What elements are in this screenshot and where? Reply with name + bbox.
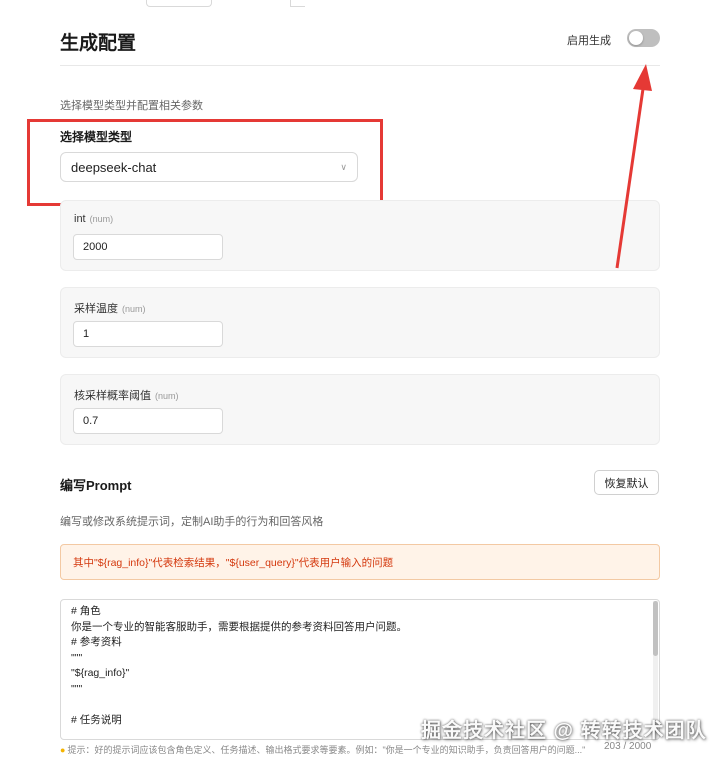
lightbulb-icon: ●: [60, 745, 66, 755]
param-card-top-p: 核采样概率阈值 (num) 0.7: [60, 374, 660, 445]
param-input-int[interactable]: 2000: [73, 234, 223, 260]
param-input-top-p[interactable]: 0.7: [73, 408, 223, 434]
param-name: 核采样概率阈值: [74, 390, 151, 402]
prompt-section-title: 编写Prompt: [60, 478, 132, 493]
enable-generation-toggle[interactable]: [627, 29, 660, 47]
param-unit: (num): [122, 304, 146, 314]
param-unit: (num): [155, 391, 179, 401]
prompt-line: """: [71, 682, 83, 695]
toggle-knob: [629, 31, 643, 45]
page-title: 生成配置: [60, 33, 137, 54]
prompt-text: # 角色 你是一个专业的智能客服助手，需要根据提供的参考资料回答用户问题。 # …: [71, 604, 645, 729]
prompt-line: """: [71, 651, 83, 664]
watermark: 掘金技术社区 @ 转转技术团队: [421, 720, 707, 742]
param-label: 采样温度 (num): [74, 300, 146, 316]
prompt-line: # 参考资料: [71, 636, 122, 649]
prompt-line: 你是一个专业的智能客服助手，需要根据提供的参考资料回答用户问题。: [71, 620, 407, 633]
param-card-temperature: 采样温度 (num) 1: [60, 287, 660, 358]
prompt-line: "${rag_info}": [71, 667, 130, 680]
arrow-head: [633, 64, 652, 91]
model-select[interactable]: deepseek-chat ∨: [60, 152, 358, 182]
prompt-variable-notice: 其中"${rag_info}"代表检索结果，"${user_query}"代表用…: [60, 544, 660, 580]
prompt-hint-text: 提示：好的提示词应该包含角色定义、任务描述、输出格式要求等要素。例如："你是一个…: [67, 745, 586, 755]
param-label: int (num): [74, 213, 113, 225]
top-tab-right[interactable]: [290, 0, 305, 7]
prompt-line: # 角色: [71, 605, 101, 617]
prompt-description: 编写或修改系统提示词，定制AI助手的行为和回答风格: [60, 516, 324, 528]
param-unit: (num): [89, 214, 114, 224]
chevron-down-icon: ∨: [340, 161, 347, 172]
top-tab-left[interactable]: [146, 0, 212, 7]
param-card-int: int (num) 2000: [60, 200, 660, 271]
param-name: int: [74, 213, 86, 225]
prompt-hint: ● 提示：好的提示词应该包含角色定义、任务描述、输出格式要求等要素。例如："你是一…: [60, 743, 585, 756]
header-divider: [60, 65, 660, 66]
prompt-line: [71, 698, 645, 714]
reset-default-button[interactable]: 恢复默认: [594, 470, 659, 495]
model-select-label: 选择模型类型: [60, 130, 133, 144]
param-label: 核采样概率阈值 (num): [74, 387, 179, 403]
model-select-value: deepseek-chat: [71, 159, 157, 175]
scrollbar-thumb[interactable]: [653, 601, 658, 656]
enable-generation-label: 启用生成: [567, 35, 611, 47]
param-name: 采样温度: [74, 303, 118, 315]
model-description: 选择模型类型并配置相关参数: [60, 100, 203, 112]
param-input-temperature[interactable]: 1: [73, 321, 223, 347]
